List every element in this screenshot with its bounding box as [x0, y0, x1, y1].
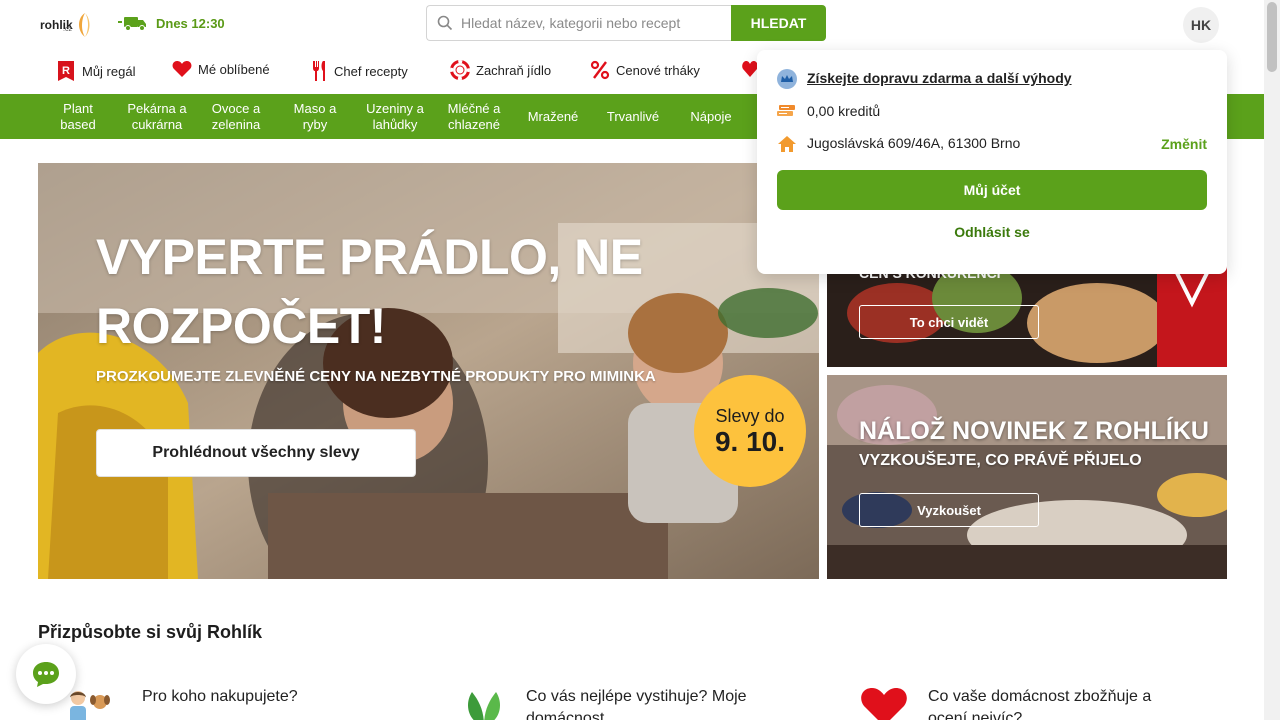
hero-title: VYPERTE PRÁDLO, NE ROZPOČET! — [96, 229, 643, 354]
scrollbar-thumb[interactable] — [1267, 2, 1277, 72]
secnav-label: Zachraň jídlo — [476, 62, 552, 78]
search-field — [426, 5, 731, 41]
category-frozen[interactable]: Mražené — [520, 94, 586, 139]
credits-icon — [777, 105, 795, 116]
secnav-item-save-food[interactable]: Zachraň jídlo — [450, 60, 551, 80]
family-icon — [70, 691, 110, 720]
top-header: rohlik .cz Dnes 12:30 Hledat název, kate… — [0, 0, 1264, 48]
category-label: Maso a ryby — [293, 100, 337, 132]
category-label: Mražené — [527, 108, 579, 124]
my-account-button[interactable]: Můj účet — [777, 170, 1207, 210]
hero-banner[interactable]: VYPERTE PRÁDLO, NE ROZPOČET! PROZKOUMEJTE… — [38, 163, 819, 579]
promo-want-to-see-button[interactable]: To chci vidět — [859, 305, 1039, 339]
secnav-label: Chef recepty — [334, 63, 408, 79]
promo-title: NÁLOŽ NOVINEK Z ROHLÍKU — [859, 417, 1209, 445]
secnav-item-recipes[interactable]: Chef recepty — [310, 60, 408, 82]
badge-date: 9. 10. — [714, 425, 786, 457]
promo-subtitle: VYZKOUŠEJTE, CO PRÁVĚ PŘIJELO — [859, 452, 1142, 469]
secnav-label: Mé oblíbené — [198, 61, 270, 77]
category-label: Pekárna a cukrárna — [127, 100, 187, 132]
home-icon — [778, 136, 796, 152]
shelf-r-icon: R — [58, 61, 74, 81]
change-address-link[interactable]: Změnit — [1161, 136, 1207, 152]
badge-label: Slevy do — [715, 405, 785, 426]
credits-row: 0,00 kreditů — [807, 103, 880, 119]
customize-section-title: Přizpůsobte si svůj Rohlík — [38, 622, 263, 642]
secnav-label: Můj regál — [82, 63, 136, 79]
benefits-row: Získejte dopravu zdarma a další výhody — [807, 70, 1072, 86]
promo-try-button[interactable]: Vyzkoušet — [859, 493, 1039, 527]
customize-card-label: Co vaše domácnost zbožňuje a — [928, 688, 1152, 705]
customize-card-label-2: domácnost... — [526, 710, 618, 720]
category-label: Mléčné a chlazené — [447, 100, 501, 132]
discount-date-badge: Slevy do 9. 10. — [694, 375, 806, 487]
heart-icon — [172, 61, 192, 77]
credits-value: 0,00 kreditů — [807, 103, 881, 119]
delivery-slot[interactable]: Dnes 12:30 — [118, 15, 225, 31]
percent-icon — [590, 60, 610, 80]
promo-photo — [827, 375, 1227, 579]
category-dairy[interactable]: Mléčné a chlazené — [440, 94, 508, 139]
category-drinks[interactable]: Nápoje — [682, 94, 740, 139]
delivery-truck-icon — [118, 17, 146, 31]
secnav-item-price-deals[interactable]: Cenové trháky — [590, 60, 700, 80]
heart-icon — [861, 688, 907, 720]
category-fruit-veg[interactable]: Ovoce a zelenina — [204, 94, 268, 139]
category-label: Uzeniny a lahůdky — [366, 100, 424, 132]
promo-banner-new-products[interactable]: NÁLOŽ NOVINEK Z ROHLÍKU VYZKOUŠEJTE, CO … — [827, 375, 1227, 579]
account-dropdown: Získejte dopravu zdarma a další výhody 0… — [757, 50, 1227, 274]
customize-card-label: Co vás nejlépe vystihuje? Moje — [526, 688, 747, 705]
address-row: Jugoslávská 609/46A, 61300 Brno — [807, 135, 1020, 151]
customize-card-who[interactable]: Pro koho nakupujete? — [64, 686, 298, 720]
page: rohlik .cz Dnes 12:30 Hledat název, kate… — [0, 0, 1280, 720]
search-button[interactable]: HLEDAT — [731, 5, 826, 41]
category-long-life[interactable]: Trvanlivé — [598, 94, 668, 139]
customize-card-label: Pro koho nakupujete? — [142, 688, 298, 705]
logo-domain: .cz — [63, 26, 72, 33]
scrollbar-track[interactable] — [1264, 0, 1280, 720]
svg-text:R: R — [62, 65, 70, 77]
cutlery-icon — [313, 61, 325, 81]
hero-subtitle: PROZKOUMEJTE ZLEVNĚNÉ CENY NA NEZBYTNÉ P… — [96, 368, 656, 385]
secnav-item-more[interactable] — [742, 60, 758, 78]
secnav-item-my-shelf[interactable]: R Můj regál — [56, 60, 135, 82]
croissant-icon — [78, 13, 90, 37]
category-label: Ovoce a zelenina — [211, 100, 261, 132]
rohlik-logo[interactable]: rohlik .cz — [40, 12, 93, 38]
leaf-icon — [468, 692, 500, 720]
customize-card-label-2: ocení nejvíc? — [928, 710, 1023, 720]
search-icon — [437, 15, 453, 31]
crown-icon — [777, 69, 797, 89]
search-bar: HLEDAT — [426, 5, 826, 41]
lifebuoy-icon — [450, 60, 470, 80]
customize-card-household[interactable]: Co vás nejlépe vystihuje? Moje domácnost… — [462, 686, 747, 720]
category-meat-fish[interactable]: Maso a ryby — [284, 94, 346, 139]
heart-check-icon — [742, 61, 758, 77]
search-input[interactable] — [461, 15, 721, 31]
secnav-item-favorites[interactable]: Mé oblíbené — [172, 60, 270, 78]
logout-link[interactable]: Odhlásit se — [757, 224, 1227, 240]
category-label: Plant based — [60, 100, 96, 132]
view-all-discounts-button[interactable]: Prohlédnout všechny slevy — [96, 429, 416, 477]
category-plant-based[interactable]: Plant based — [48, 94, 108, 139]
user-avatar[interactable]: HK — [1183, 7, 1219, 43]
category-label: Trvanlivé — [606, 108, 660, 124]
benefits-link[interactable]: Získejte dopravu zdarma a další výhody — [807, 70, 1072, 86]
delivery-time: Dnes 12:30 — [156, 15, 225, 31]
chat-button[interactable] — [16, 644, 76, 704]
customize-card-loves[interactable]: Co vaše domácnost zbožňuje a ocení nejví… — [860, 686, 1151, 720]
category-bakery[interactable]: Pekárna a cukrárna — [118, 94, 196, 139]
category-deli[interactable]: Uzeniny a lahůdky — [358, 94, 432, 139]
category-label: Nápoje — [690, 108, 732, 124]
delivery-address: Jugoslávská 609/46A, 61300 Brno — [807, 135, 1021, 151]
chat-bubble-icon — [33, 662, 59, 687]
secnav-label: Cenové trháky — [616, 62, 700, 78]
